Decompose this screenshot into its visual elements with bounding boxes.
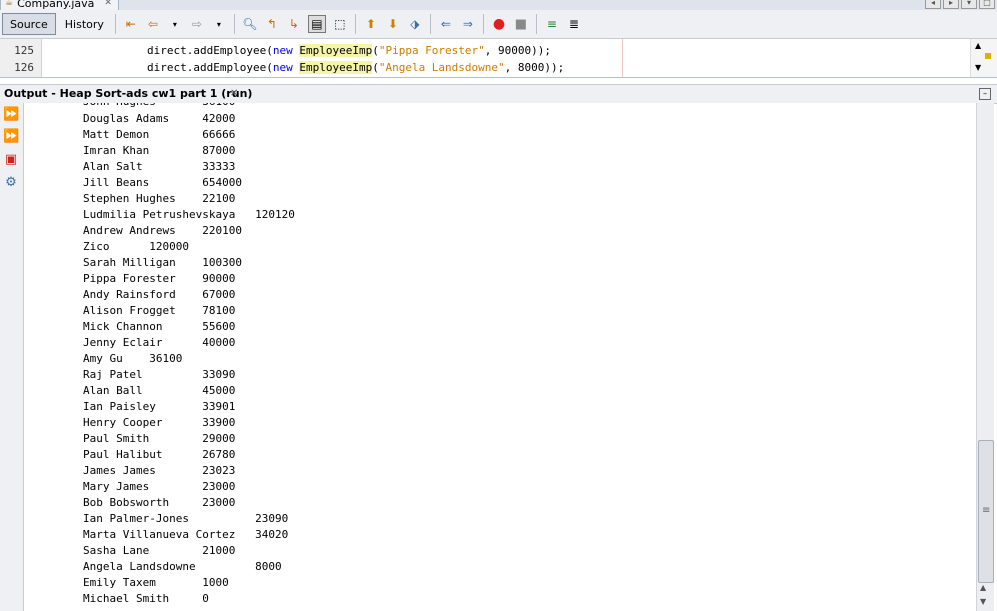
console-line: Angela Landsdowne 8000: [83, 560, 282, 573]
tab-company-java[interactable]: ☕ Company.java ✕: [0, 0, 119, 10]
maximize-icon[interactable]: □: [979, 0, 995, 9]
console-line: Henry Cooper 33900: [83, 416, 236, 429]
code-line: 125 direct.addEmployee(new EmployeeImp("…: [0, 43, 980, 60]
window-controls: ◂ ▸ ▾ □: [925, 0, 995, 9]
toolbar-separator: [535, 14, 537, 34]
console-line: Marta Villanueva Cortez 34020: [83, 528, 289, 541]
console-line: Alan Ball 45000: [83, 384, 236, 397]
console-line: Amy Gu 36100: [83, 352, 183, 365]
console-line: Stephen Hughes 22100: [83, 192, 236, 205]
scroll-left-icon[interactable]: ◂: [925, 0, 941, 9]
warning-marker-icon[interactable]: [985, 53, 991, 59]
toolbar-separator: [114, 14, 116, 34]
toolbar-separator: [354, 14, 356, 34]
back-icon[interactable]: ⇦: [145, 16, 161, 32]
console-line: Andrew Andrews 220100: [83, 224, 242, 237]
console-line: Sarah Milligan 100300: [83, 256, 242, 269]
console-line: Bob Bobsworth 23000: [83, 496, 236, 509]
editor-toolbar: Source History ⇤ ⇦ ▾ ⇨ ▾ 🔍︎ ↰ ↳ ▤ ⬚ ⬆ ⬇ …: [0, 10, 997, 39]
code-text: direct.addEmployee(new EmployeeImp("Pipp…: [147, 44, 552, 57]
find-icon[interactable]: 🔍︎: [242, 16, 258, 32]
console-line: Pippa Forester 90000: [83, 272, 236, 285]
forward-icon[interactable]: ⇨: [189, 16, 205, 32]
console-line: Raj Patel 33090: [83, 368, 236, 381]
console-line: Ian Palmer-Jones 23090: [83, 512, 289, 525]
editor-tab-bar: ☕ Company.java ✕ ◂ ▸ ▾ □: [0, 0, 997, 10]
start-macro-recording-icon[interactable]: ●: [491, 16, 507, 32]
console-line: James James 23023: [83, 464, 236, 477]
toggle-rectangular-selection-icon[interactable]: ⬚: [332, 16, 348, 32]
scroll-up-icon[interactable]: ▲: [975, 41, 981, 50]
close-icon[interactable]: ✕: [104, 0, 112, 8]
console-line: Imran Khan 87000: [83, 144, 236, 157]
dropdown-icon[interactable]: ▾: [211, 16, 227, 32]
settings-icon[interactable]: ⚙: [3, 175, 19, 191]
minimize-icon[interactable]: –: [979, 88, 991, 100]
uncomment-icon[interactable]: ≣: [566, 16, 582, 32]
scroll-right-icon[interactable]: ▸: [943, 0, 959, 9]
code-line: 126 direct.addEmployee(new EmployeeImp("…: [0, 60, 980, 77]
output-title: Output - Heap Sort-ads cw1 part 1 (run): [4, 87, 253, 100]
history-button[interactable]: History: [58, 14, 111, 34]
toolbar-separator: [482, 14, 484, 34]
console-line-partial: John Hughes 36100: [83, 103, 235, 111]
console-line: Paul Smith 29000: [83, 432, 236, 445]
last-edit-icon[interactable]: ⇤: [123, 16, 139, 32]
close-icon[interactable]: ✕: [230, 88, 238, 99]
console-line: Ludmilia Petrushevskaya 120120: [83, 208, 295, 221]
previous-bookmark-icon[interactable]: ⬆: [363, 16, 379, 32]
output-console[interactable]: John Hughes 36100 Douglas Adams 42000 Mat…: [24, 103, 976, 611]
output-window-header: Output - Heap Sort-ads cw1 part 1 (run) …: [0, 84, 997, 104]
stop-macro-recording-icon[interactable]: ■: [513, 16, 529, 32]
console-line: Paul Halibut 26780: [83, 448, 236, 461]
code-text: direct.addEmployee(new EmployeeImp("Ange…: [147, 61, 565, 74]
output-scrollbar[interactable]: ≡ ▲ ▼: [976, 103, 994, 611]
chevron-down-icon[interactable]: ▾: [961, 0, 977, 9]
console-line: Mary James 23000: [83, 480, 236, 493]
scrollbar-thumb[interactable]: ≡: [978, 440, 994, 583]
console-line: Alison Frogget 78100: [83, 304, 236, 317]
toolbar-separator: [233, 14, 235, 34]
next-bookmark-icon[interactable]: ⬇: [385, 16, 401, 32]
scroll-down-icon[interactable]: ▼: [975, 63, 981, 72]
find-next-icon[interactable]: ↳: [286, 16, 302, 32]
grip-icon: ≡: [982, 505, 991, 516]
scroll-up-icon[interactable]: ▲: [980, 583, 986, 592]
line-number: 126: [14, 61, 34, 74]
shift-right-icon[interactable]: ⇒: [460, 16, 476, 32]
console-line: Alan Salt 33333: [83, 160, 236, 173]
find-previous-icon[interactable]: ↰: [264, 16, 280, 32]
tab-label: Company.java: [17, 0, 95, 10]
rerun-with-parameters-icon[interactable]: ⏩: [3, 129, 19, 145]
java-file-icon: ☕: [5, 0, 14, 8]
console-line: Andy Rainsford 67000: [83, 288, 236, 301]
toolbar-separator: [429, 14, 431, 34]
rerun-icon[interactable]: ⏩: [3, 107, 19, 123]
output-side-toolbar: ⏩ ⏩ ▣ ⚙: [0, 103, 24, 611]
console-line: Zico 120000: [83, 240, 189, 253]
console-line: Ian Paisley 33901: [83, 400, 236, 413]
console-line: Sasha Lane 21000: [83, 544, 236, 557]
shift-left-icon[interactable]: ⇐: [438, 16, 454, 32]
console-line: Michael Smith 0: [83, 592, 209, 605]
console-line: Emily Taxem 1000: [83, 576, 229, 589]
toggle-bookmark-icon[interactable]: ⬗: [407, 16, 423, 32]
source-button[interactable]: Source: [2, 13, 56, 35]
console-line: Mick Channon 55600: [83, 320, 236, 333]
dropdown-icon[interactable]: ▾: [167, 16, 183, 32]
toggle-highlight-icon[interactable]: ▤: [307, 15, 326, 33]
console-line: Douglas Adams 42000: [83, 112, 236, 125]
editor-scrollbar[interactable]: ▲ ▼: [970, 39, 997, 77]
console-line: Jenny Eclair 40000: [83, 336, 236, 349]
stop-icon[interactable]: ▣: [3, 152, 19, 168]
scroll-down-icon[interactable]: ▼: [980, 597, 986, 606]
code-editor[interactable]: 124 125 direct.addEmployee(new EmployeeI…: [0, 39, 997, 78]
comment-icon[interactable]: ≡: [544, 16, 560, 32]
console-line: Matt Demon 66666: [83, 128, 236, 141]
console-line: Jill Beans 654000: [83, 176, 242, 189]
line-number: 125: [14, 44, 34, 57]
